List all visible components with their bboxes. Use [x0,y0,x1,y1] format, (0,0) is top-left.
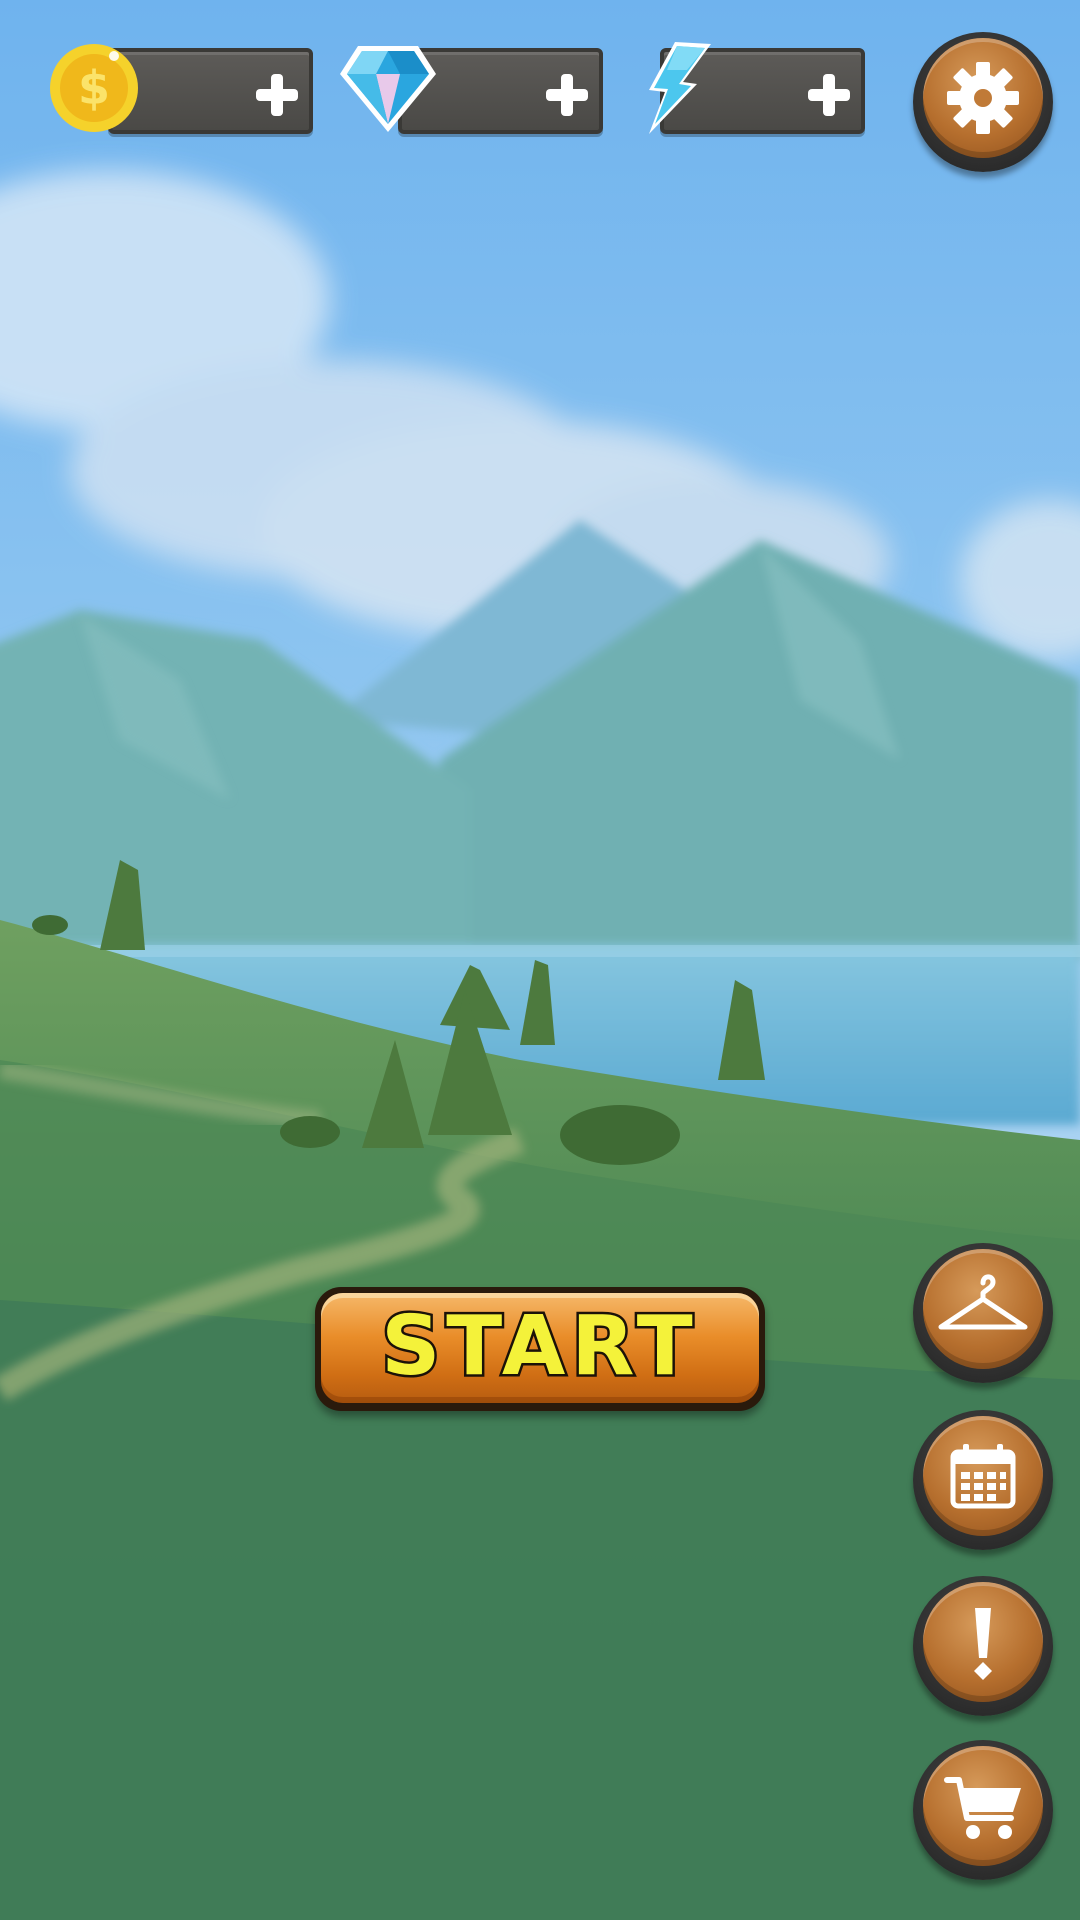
plus-icon[interactable] [252,70,302,120]
notices-button[interactable] [913,1576,1053,1716]
blue-diamond-icon [340,46,436,132]
lightning-bolt-icon [649,42,711,134]
gear-icon [947,62,1019,134]
hanger-icon [938,1274,1028,1330]
coin-counter: $ [48,40,313,140]
gem-counter [338,40,603,140]
gold-coin-icon: $ [50,44,138,132]
exclamation-icon [974,1608,992,1680]
energy-counter [635,40,865,140]
start-label: START [379,1297,699,1397]
calendar-icon [950,1444,1016,1509]
start-button[interactable]: START [315,1287,765,1411]
shop-button[interactable] [913,1740,1053,1880]
shopping-cart-icon [944,1777,1021,1839]
settings-button[interactable] [913,32,1053,172]
calendar-button[interactable] [913,1410,1053,1550]
plus-icon[interactable] [804,70,854,120]
plus-icon[interactable] [542,70,592,120]
svg-text:$: $ [78,61,110,115]
game-screen: $ START [0,0,1080,1920]
wardrobe-button[interactable] [913,1243,1053,1383]
